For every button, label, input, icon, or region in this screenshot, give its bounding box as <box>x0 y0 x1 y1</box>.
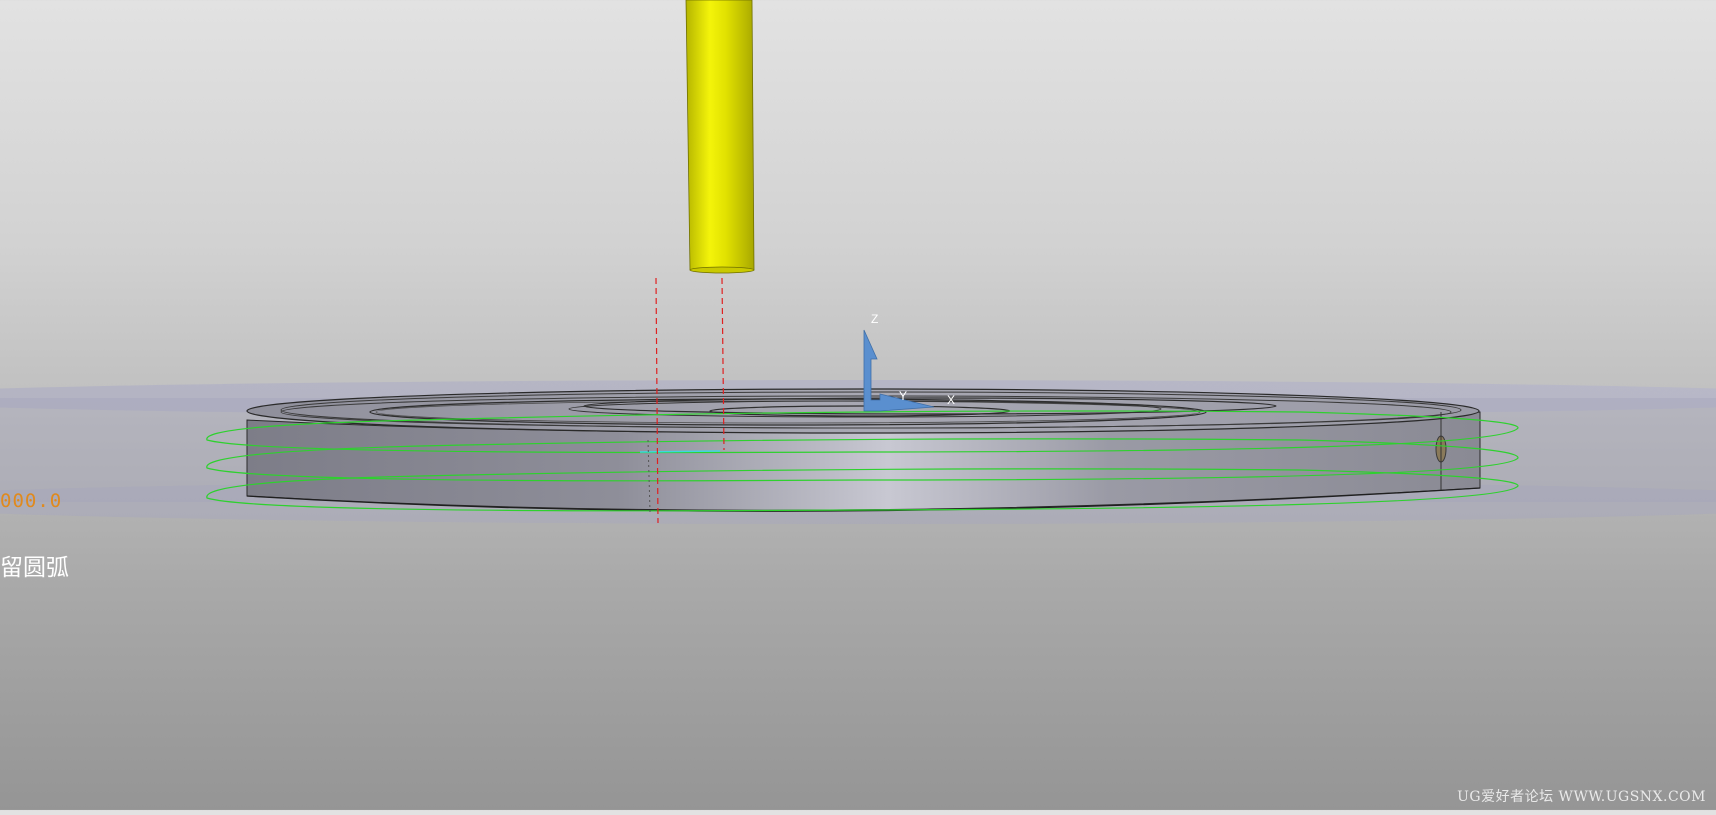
csys-y-label: Y <box>899 389 907 403</box>
scene-canvas[interactable]: Z X Y <box>0 0 1716 810</box>
disc-part[interactable] <box>246 388 1481 512</box>
csys-x-label: X <box>947 393 955 407</box>
csys-z-label: Z <box>871 312 878 326</box>
watermark-text: UG爱好者论坛 WWW.UGSNX.COM <box>1457 789 1706 805</box>
graphics-viewport[interactable]: Z X Y 000.0 留圆弧 UG爱好者论坛 WWW.UGSNX.COM <box>0 0 1716 810</box>
dimension-value[interactable]: 000.0 <box>0 490 62 512</box>
status-text: 留圆弧 <box>0 555 69 581</box>
cylinder-tool[interactable] <box>685 0 755 274</box>
